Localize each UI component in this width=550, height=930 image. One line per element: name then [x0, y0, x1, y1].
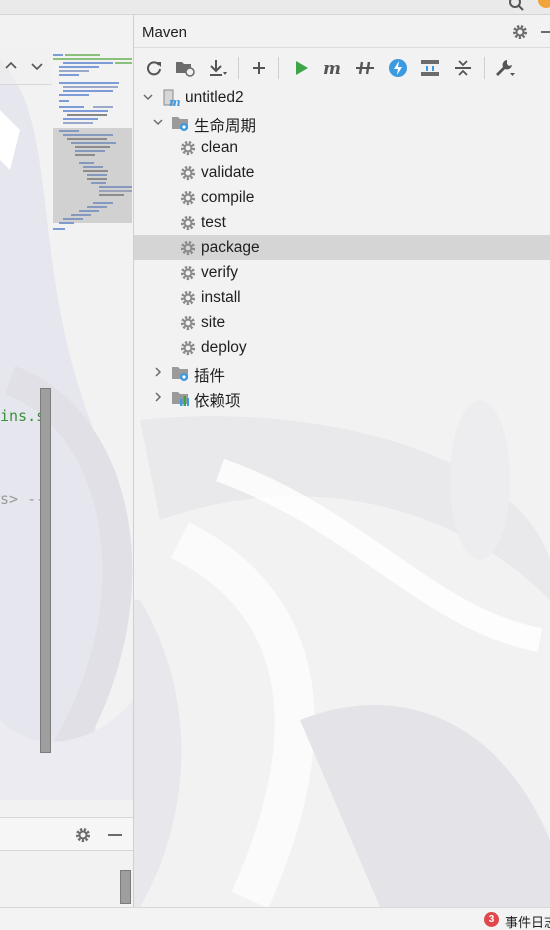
lifecycle-goal-install[interactable]: install: [134, 285, 550, 310]
maven-title: Maven: [142, 24, 188, 41]
minimap-viewport[interactable]: [53, 128, 132, 223]
gear-icon: [180, 290, 196, 306]
svg-text:m: m: [169, 96, 180, 107]
scrollbar-thumb[interactable]: [120, 870, 131, 904]
minimize-icon[interactable]: [106, 826, 124, 844]
lifecycle-goal-clean[interactable]: clean: [134, 135, 550, 160]
notification-badge-icon[interactable]: [538, 0, 550, 8]
gear-icon: [180, 215, 196, 231]
event-count-badge[interactable]: 3: [484, 912, 499, 927]
chevron-up-icon[interactable]: [3, 58, 19, 74]
tree-node-label: untitled2: [185, 89, 244, 106]
vertical-scrollbar[interactable]: [40, 388, 51, 753]
lifecycle-goal-test[interactable]: test: [134, 210, 550, 235]
settings-wrench-icon[interactable]: [494, 57, 516, 79]
gear-icon: [180, 165, 196, 181]
tree-node-label: 生命周期: [194, 118, 257, 135]
minimize-icon[interactable]: [541, 31, 550, 33]
gear-icon: [180, 315, 196, 331]
generate-sources-icon[interactable]: [174, 57, 196, 79]
chevron-down-icon[interactable]: [29, 58, 45, 74]
svg-text:m: m: [323, 59, 341, 77]
show-dependencies-icon[interactable]: [419, 57, 441, 79]
tree-node-label: clean: [201, 139, 239, 156]
lifecycle-goal-verify[interactable]: verify: [134, 260, 550, 285]
maven-tool-window: Maven m m untitled2 生命周期 clean validate …: [133, 15, 550, 907]
collapse-all-icon[interactable]: [452, 57, 474, 79]
lifecycle-folder-icon: [172, 117, 188, 131]
tree-node-label: site: [201, 314, 226, 331]
code-editor[interactable]: ins.s s> --: [0, 15, 133, 907]
tree-node-label: 插件: [194, 368, 226, 385]
gear-icon[interactable]: [74, 826, 92, 844]
maven-toolbar: m: [134, 49, 550, 85]
reload-icon[interactable]: [143, 57, 165, 79]
window-top-strip: [0, 0, 550, 15]
gear-icon: [180, 340, 196, 356]
run-icon[interactable]: [290, 57, 312, 79]
toolbar-separator: [484, 57, 485, 79]
event-log-label[interactable]: 事件日志: [505, 912, 550, 930]
status-bar: 3 事件日志: [0, 907, 550, 930]
toolbar-separator: [238, 57, 239, 79]
chevron-down-icon[interactable]: [152, 116, 164, 128]
maven-goal-icon[interactable]: m: [322, 57, 344, 79]
gear-icon[interactable]: [511, 23, 529, 41]
add-icon[interactable]: [248, 57, 270, 79]
tree-node-label: 依赖项: [194, 393, 241, 410]
toolbar-separator: [278, 57, 279, 79]
tree-node-plugins[interactable]: 插件: [134, 360, 550, 385]
chevron-right-icon[interactable]: [152, 391, 164, 403]
chevron-right-icon[interactable]: [152, 366, 164, 378]
gear-icon: [180, 240, 196, 256]
dependencies-folder-icon: [172, 392, 189, 406]
tree-node-label: compile: [201, 189, 255, 206]
lifecycle-goal-site[interactable]: site: [134, 310, 550, 335]
tree-node-label: validate: [201, 164, 255, 181]
tree-node-label: deploy: [201, 339, 247, 356]
lifecycle-goal-compile[interactable]: compile: [134, 185, 550, 210]
gear-icon: [180, 190, 196, 206]
plugins-folder-icon: [172, 367, 188, 381]
tree-node-project[interactable]: m untitled2: [134, 85, 550, 110]
lifecycle-goal-deploy[interactable]: deploy: [134, 335, 550, 360]
gear-icon: [180, 140, 196, 156]
editor-nav-bar: [0, 48, 52, 85]
gear-icon: [180, 265, 196, 281]
maven-project-icon: m: [163, 89, 180, 107]
download-icon[interactable]: [206, 57, 228, 79]
tool-window-header: [0, 817, 133, 851]
lifecycle-goal-validate[interactable]: validate: [134, 160, 550, 185]
skip-tests-icon[interactable]: [387, 57, 409, 79]
chevron-down-icon[interactable]: [142, 91, 154, 103]
tree-node-label: install: [201, 289, 241, 306]
tree-node-label: verify: [201, 264, 239, 281]
tree-node-lifecycle[interactable]: 生命周期: [134, 110, 550, 135]
tree-node-label: package: [201, 239, 260, 256]
lifecycle-goal-package[interactable]: package: [134, 235, 550, 260]
tree-node-label: test: [201, 214, 226, 231]
tree-node-dependencies[interactable]: 依赖项: [134, 385, 550, 410]
toggle-offline-icon[interactable]: [354, 57, 376, 79]
maven-header: Maven: [134, 15, 550, 48]
search-icon[interactable]: [508, 0, 524, 11]
